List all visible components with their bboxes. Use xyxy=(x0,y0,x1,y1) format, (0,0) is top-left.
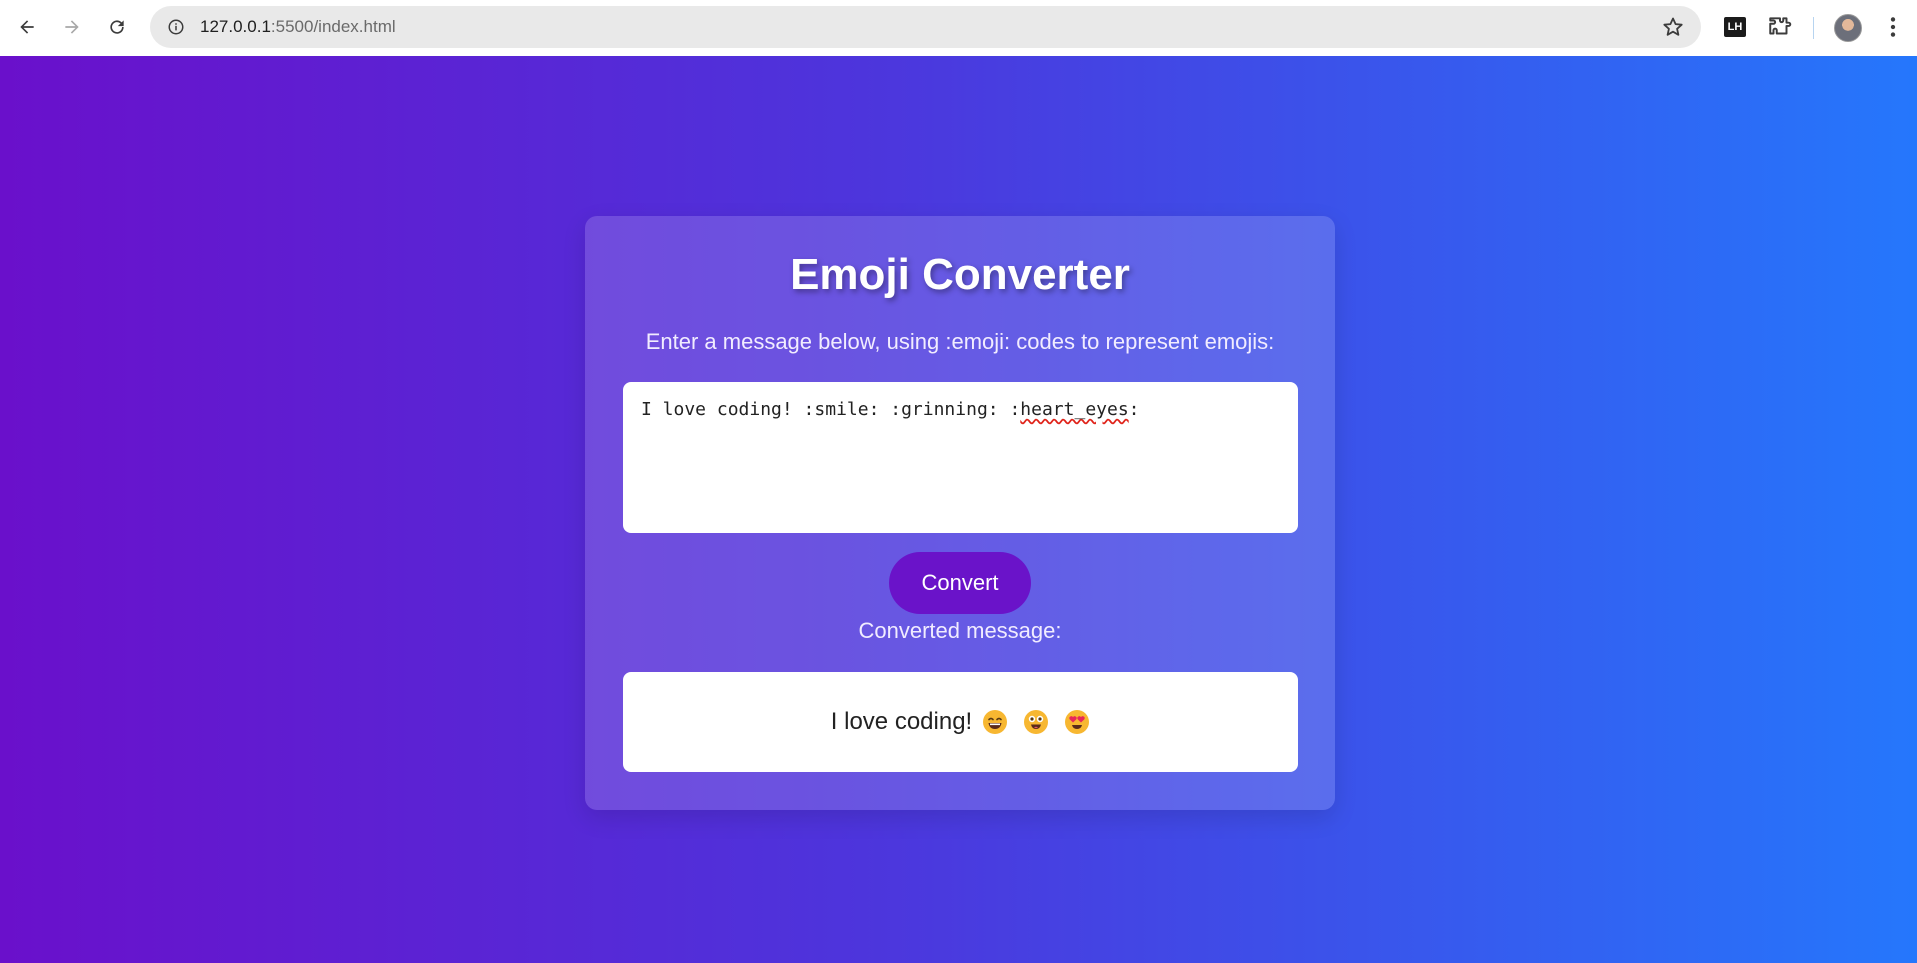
smile-emoji-icon xyxy=(982,709,1008,735)
grinning-emoji-icon xyxy=(1023,709,1049,735)
reload-icon[interactable] xyxy=(99,9,135,45)
lighthouse-extension-icon[interactable]: LH xyxy=(1724,17,1746,37)
browser-toolbar: 127.0.0.1:5500/index.html LH xyxy=(0,0,1917,56)
heart-eyes-emoji-icon xyxy=(1064,709,1090,735)
bookmark-star-icon[interactable] xyxy=(1661,15,1685,39)
input-text-prefix: I love coding! :smile: :grinning: : xyxy=(641,399,1021,420)
extensions-puzzle-icon[interactable] xyxy=(1767,14,1793,40)
input-text-suffix: : xyxy=(1128,399,1140,420)
toolbar-divider xyxy=(1813,17,1814,39)
page-title: Emoji Converter xyxy=(790,250,1130,299)
converter-card: Emoji Converter Enter a message below, u… xyxy=(585,216,1335,810)
output-box: I love coding! xyxy=(623,672,1298,772)
output-label: Converted message: xyxy=(858,618,1062,643)
menu-kebab-icon[interactable] xyxy=(1880,14,1906,40)
url-path: :5500/index.html xyxy=(270,17,396,36)
url-host: 127.0.0.1 xyxy=(200,17,271,36)
output-emojis xyxy=(972,709,1090,735)
page-background: Emoji Converter Enter a message below, u… xyxy=(0,56,1917,963)
forward-icon[interactable] xyxy=(54,9,90,45)
message-input[interactable]: I love coding! :smile: :grinning: :heart… xyxy=(623,382,1298,533)
instructions-text: Enter a message below, using :emoji: cod… xyxy=(645,329,1275,354)
convert-button[interactable]: Convert xyxy=(889,552,1031,614)
output-text: I love coding! xyxy=(830,708,973,735)
input-text-misspelled: heart_eyes xyxy=(1020,399,1129,420)
profile-avatar[interactable] xyxy=(1834,14,1862,42)
back-icon[interactable] xyxy=(9,9,45,45)
address-bar[interactable]: 127.0.0.1:5500/index.html xyxy=(150,6,1701,48)
site-info-icon[interactable] xyxy=(162,13,190,41)
url-text: 127.0.0.1:5500/index.html xyxy=(200,17,396,37)
extension-badge-text: LH xyxy=(1727,21,1743,33)
